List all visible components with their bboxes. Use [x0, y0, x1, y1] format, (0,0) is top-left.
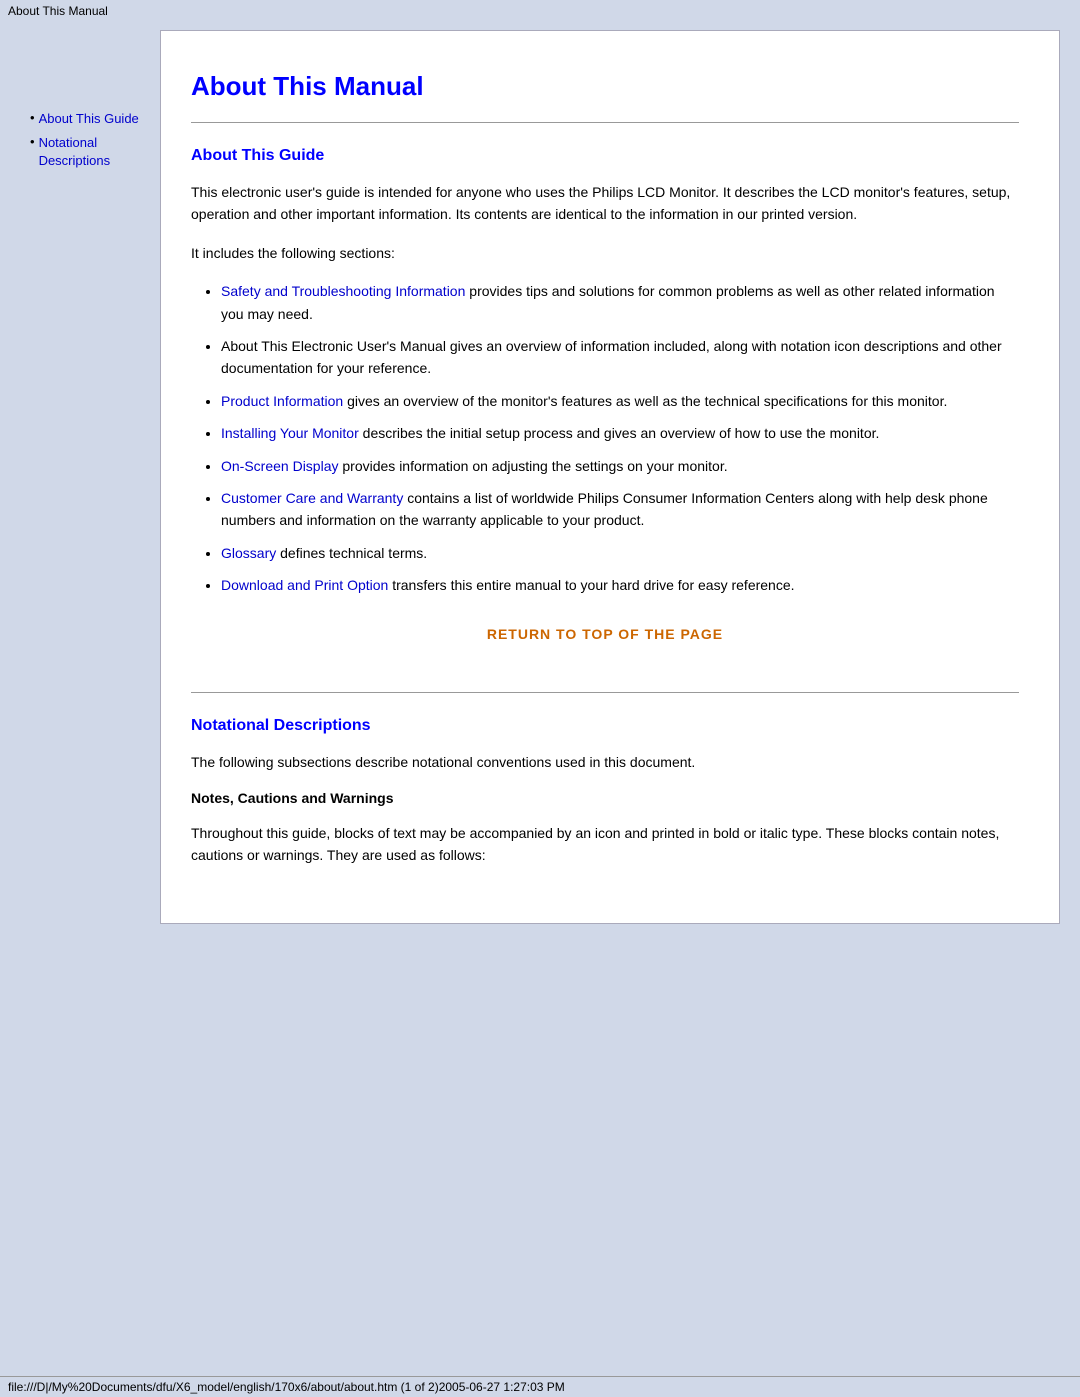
- list-item-text-5: provides information on adjusting the se…: [342, 458, 727, 474]
- link-osd[interactable]: On-Screen Display: [221, 458, 339, 474]
- about-guide-intro2: It includes the following sections:: [191, 242, 1019, 264]
- sidebar: • About This Guide • Notational Descript…: [20, 30, 160, 924]
- section-divider: [191, 692, 1019, 693]
- list-item: Product Information gives an overview of…: [221, 390, 1019, 412]
- link-safety[interactable]: Safety and Troubleshooting Information: [221, 283, 465, 299]
- about-guide-section: About This Guide This electronic user's …: [191, 147, 1019, 642]
- list-item-text-7: defines technical terms.: [280, 545, 427, 561]
- notes-cautions-title: Notes, Cautions and Warnings: [191, 790, 1019, 806]
- main-content: About This Manual About This Guide This …: [160, 30, 1060, 924]
- list-item: On-Screen Display provides information o…: [221, 455, 1019, 477]
- sidebar-item-notational[interactable]: • Notational Descriptions: [30, 134, 150, 170]
- sidebar-bullet-2: •: [30, 134, 35, 149]
- list-item-text-4: describes the initial setup process and …: [363, 425, 880, 441]
- content-wrapper: • About This Guide • Notational Descript…: [20, 30, 1060, 924]
- list-item: Safety and Troubleshooting Information p…: [221, 280, 1019, 325]
- sidebar-item-about-guide[interactable]: • About This Guide: [30, 110, 150, 128]
- bullet-list: Safety and Troubleshooting Information p…: [221, 280, 1019, 596]
- notational-title: Notational Descriptions: [191, 717, 1019, 735]
- link-download[interactable]: Download and Print Option: [221, 577, 388, 593]
- title-bar: About This Manual: [0, 0, 1080, 22]
- list-item: About This Electronic User's Manual give…: [221, 335, 1019, 380]
- list-item: Customer Care and Warranty contains a li…: [221, 487, 1019, 532]
- link-installing[interactable]: Installing Your Monitor: [221, 425, 359, 441]
- sidebar-link-notational[interactable]: Notational Descriptions: [39, 134, 150, 170]
- notes-cautions-text: Throughout this guide, blocks of text ma…: [191, 822, 1019, 867]
- notational-section: Notational Descriptions The following su…: [191, 717, 1019, 866]
- title-bar-text: About This Manual: [8, 4, 108, 18]
- about-guide-intro1: This electronic user's guide is intended…: [191, 181, 1019, 226]
- about-guide-title: About This Guide: [191, 147, 1019, 165]
- divider-top: [191, 122, 1019, 123]
- list-item-text-3: gives an overview of the monitor's featu…: [347, 393, 947, 409]
- main-container: • About This Guide • Notational Descript…: [20, 30, 1060, 924]
- list-item: Download and Print Option transfers this…: [221, 574, 1019, 596]
- sidebar-link-about-guide[interactable]: About This Guide: [39, 110, 139, 128]
- status-bar-text: file:///D|/My%20Documents/dfu/X6_model/e…: [8, 1380, 565, 1394]
- list-item-text-2: About This Electronic User's Manual give…: [221, 338, 1002, 376]
- status-bar: file:///D|/My%20Documents/dfu/X6_model/e…: [0, 1376, 1080, 1397]
- notational-intro: The following subsections describe notat…: [191, 751, 1019, 773]
- sidebar-bullet-1: •: [30, 110, 35, 125]
- list-item: Installing Your Monitor describes the in…: [221, 422, 1019, 444]
- page-title: About This Manual: [191, 71, 1019, 102]
- list-item-text-8: transfers this entire manual to your har…: [392, 577, 794, 593]
- link-product-info[interactable]: Product Information: [221, 393, 343, 409]
- link-glossary[interactable]: Glossary: [221, 545, 276, 561]
- return-to-top-link[interactable]: RETURN TO TOP OF THE PAGE: [191, 626, 1019, 642]
- list-item: Glossary defines technical terms.: [221, 542, 1019, 564]
- link-customer-care[interactable]: Customer Care and Warranty: [221, 490, 403, 506]
